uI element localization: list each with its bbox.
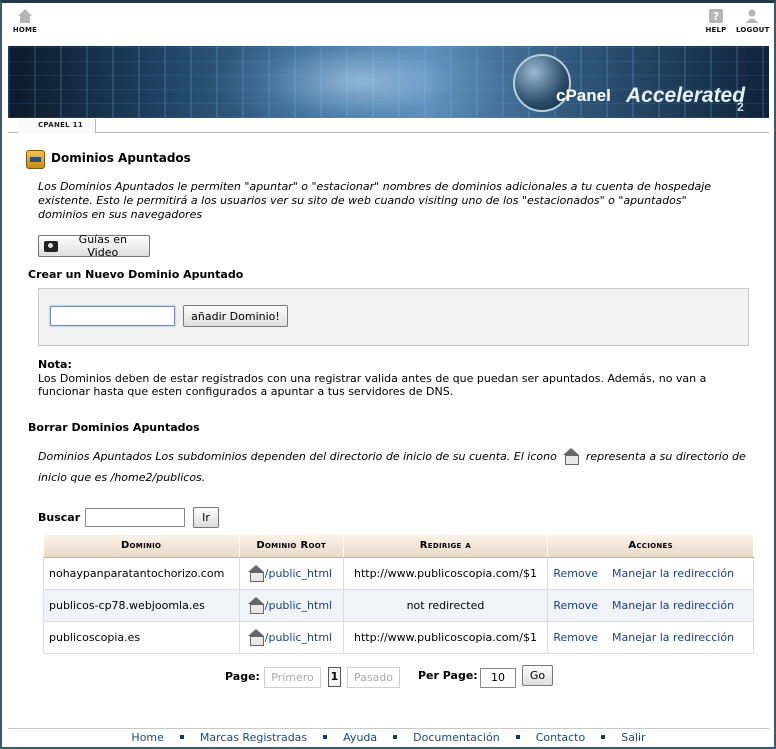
footer: Home Marcas Registradas Ayuda Documentación… [8, 728, 769, 746]
home-nav-button[interactable]: HOME [12, 8, 38, 34]
table-header-row: Dominio Dominio Root Redirige a Acciones [43, 535, 754, 558]
accelerated-text: Accelerated [626, 84, 746, 107]
col-header-actions: Acciones [547, 535, 754, 558]
help-nav-label: HELP [705, 26, 727, 34]
logout-nav-label: LOGOUT [736, 26, 770, 34]
col-header-root[interactable]: Dominio Root [239, 535, 344, 558]
table-row: publicos-cp78.webjoomla.es /public_html … [43, 588, 754, 622]
redirect-cell: not redirected [342, 588, 549, 622]
redirect-cell: http://www.publicoscopia.com/$1 [342, 620, 549, 654]
delete-heading: Borrar Dominios Apuntados [28, 421, 200, 434]
new-domain-input[interactable] [50, 306, 175, 326]
home-directory-icon [247, 597, 265, 614]
remove-link[interactable]: Remove [553, 631, 598, 644]
domain-cell: publicos-cp78.webjoomla.es [43, 588, 240, 622]
delete-description: Dominios Apuntados Los subdominios depen… [38, 446, 758, 488]
root-cell: /public_html [238, 556, 344, 590]
svg-text:?: ? [713, 10, 720, 23]
table-row: publicoscopia.es /public_html http://www… [43, 620, 754, 654]
separator-icon [323, 735, 328, 739]
note-title: Nota: [38, 358, 72, 371]
search-input[interactable] [85, 508, 185, 527]
parked-domains-icon [26, 150, 45, 169]
add-domain-box: añadir Dominio! [38, 288, 749, 346]
separator-icon [601, 735, 606, 739]
footer-logout-link[interactable]: Salir [621, 731, 645, 744]
page-title: Dominios Apuntados [51, 151, 191, 165]
note-text: Los Dominios deben de estar registrados … [38, 372, 707, 398]
home-nav-label: HOME [12, 26, 38, 34]
brand-text: cPanel [556, 86, 611, 105]
current-page: 1 [328, 667, 341, 687]
add-domain-button[interactable]: añadir Dominio! [183, 305, 288, 327]
help-icon: ? [709, 9, 723, 23]
manage-redirect-link[interactable]: Manejar la redirección [612, 567, 734, 580]
root-link[interactable]: /public_html [265, 567, 332, 580]
col-header-domain[interactable]: Dominio [43, 535, 240, 558]
actions-cell: Remove Manejar la redirección [547, 556, 754, 590]
col-header-redirect[interactable]: Redirige a [343, 535, 549, 558]
manage-redirect-link[interactable]: Manejar la redirección [612, 631, 734, 644]
remove-link[interactable]: Remove [553, 567, 598, 580]
manage-redirect-link[interactable]: Manejar la redirección [612, 599, 734, 612]
home-directory-icon [247, 629, 265, 646]
video-guides-label: Guías en Video [78, 233, 127, 259]
domain-cell: nohaypanparatantochorizo.com [43, 556, 240, 590]
table-row: nohaypanparatantochorizo.com /public_htm… [43, 556, 754, 590]
per-page-go-button[interactable]: Go [522, 665, 553, 686]
footer-help-link[interactable]: Ayuda [343, 731, 377, 744]
first-page-button[interactable]: Primero [264, 667, 321, 688]
root-cell: /public_html [238, 620, 344, 654]
domain-cell: publicoscopia.es [43, 620, 240, 654]
redirect-cell: http://www.publicoscopia.com/$1 [342, 556, 549, 590]
root-link[interactable]: /public_html [265, 599, 332, 612]
video-guides-button[interactable]: Guías en Video [38, 233, 150, 259]
footer-home-link[interactable]: Home [131, 731, 163, 744]
root-cell: /public_html [238, 588, 344, 622]
search-go-button[interactable]: Ir [193, 507, 219, 528]
create-heading: Crear un Nuevo Dominio Apuntado [28, 268, 244, 281]
desc-before: Dominios Apuntados Los subdominios depen… [38, 450, 557, 463]
separator-icon [515, 735, 520, 739]
last-page-button[interactable]: Pasado [347, 667, 400, 688]
help-nav-button[interactable]: ? HELP [704, 8, 728, 34]
actions-cell: Remove Manejar la redirección [547, 620, 754, 654]
footer-docs-link[interactable]: Documentación [413, 731, 500, 744]
home-directory-icon [562, 448, 580, 465]
footer-contact-link[interactable]: Contacto [536, 731, 586, 744]
page-label: Page: [225, 670, 260, 683]
home-directory-icon [247, 565, 265, 582]
banner-glow [208, 46, 508, 118]
separator-icon [179, 735, 184, 739]
per-page-label: Per Page: [418, 669, 478, 682]
logout-nav-button[interactable]: LOGOUT [736, 8, 770, 34]
actions-cell: Remove Manejar la redirección [547, 588, 754, 622]
root-link[interactable]: /public_html [265, 631, 332, 644]
per-page-input[interactable]: 10 [480, 668, 516, 688]
breadcrumb[interactable]: CPANEL 11 [18, 119, 97, 133]
top-nav: HOME ? HELP LOGOUT [0, 8, 776, 44]
cpanel-banner: cPanel Accelerated 2 [8, 46, 769, 118]
search-label: Buscar [38, 511, 81, 524]
footer-trademarks-link[interactable]: Marcas Registradas [200, 731, 307, 744]
remove-link[interactable]: Remove [553, 599, 598, 612]
separator-icon [393, 735, 398, 739]
parked-domains-table: Dominio Dominio Root Redirige a Acciones… [43, 535, 754, 654]
intro-text: Los Dominios Apuntados le permiten "apun… [38, 180, 712, 221]
home-icon [18, 9, 32, 23]
breadcrumb-bar: CPANEL 11 [8, 119, 769, 133]
camera-icon [44, 240, 58, 252]
user-icon [746, 9, 758, 23]
version-text: 2 [737, 100, 744, 114]
